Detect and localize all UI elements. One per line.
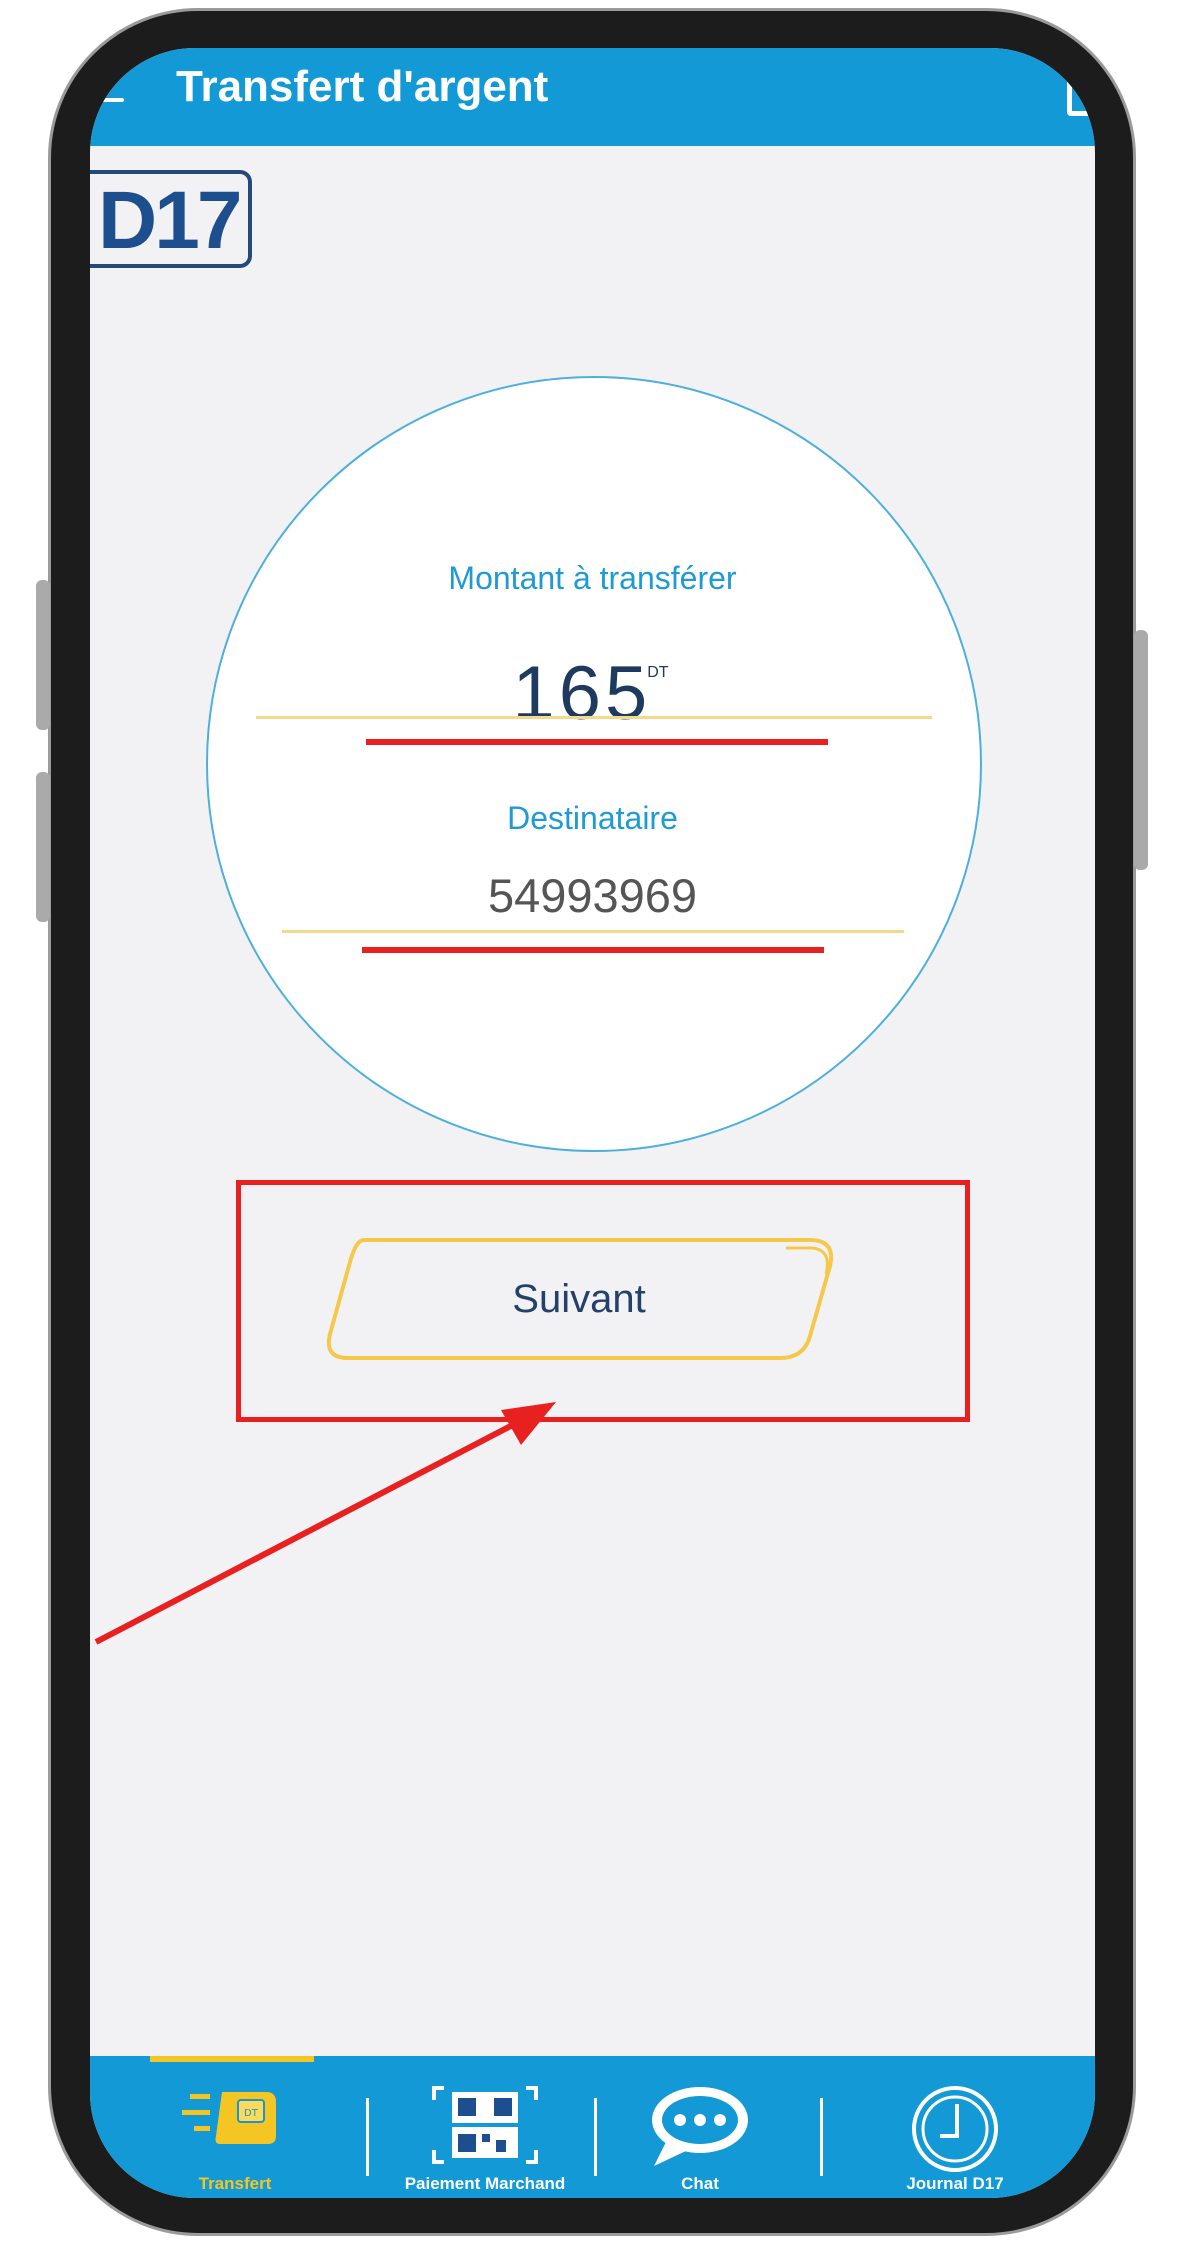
tab-paiement-marchand-label: Paiement Marchand <box>404 2174 566 2193</box>
volume-down-button <box>36 772 50 922</box>
bottom-tab-bar: DT Transfert Paiement Marchand Chat Jour… <box>90 2056 1095 2198</box>
tab-chat[interactable]: Chat <box>620 2056 780 2198</box>
tab-chat-label: Chat <box>681 2174 719 2193</box>
tab-transfert-label: Transfert <box>198 2174 272 2193</box>
tab-divider <box>594 2098 597 2176</box>
tab-transfert[interactable]: DT Transfert <box>140 2056 330 2198</box>
clock-icon <box>910 2084 1000 2179</box>
chat-bubble-icon <box>648 2084 752 2173</box>
app-screen: Transfert d'argent D17 Montant à transfé… <box>90 48 1095 2198</box>
qr-code-icon <box>430 2084 540 2171</box>
tab-journal-d17[interactable]: Journal D17 <box>850 2056 1060 2198</box>
svg-text:DT: DT <box>244 2108 259 2119</box>
tab-paiement-marchand[interactable]: Paiement Marchand <box>380 2056 590 2198</box>
tab-journal-d17-label: Journal D17 <box>906 2174 1004 2193</box>
tab-divider <box>820 2098 823 2176</box>
power-button <box>1134 630 1148 870</box>
transfer-icon: DT <box>180 2084 290 2153</box>
tab-divider <box>366 2098 369 2176</box>
volume-up-button <box>36 580 50 730</box>
annotation-arrow <box>94 1402 556 1645</box>
